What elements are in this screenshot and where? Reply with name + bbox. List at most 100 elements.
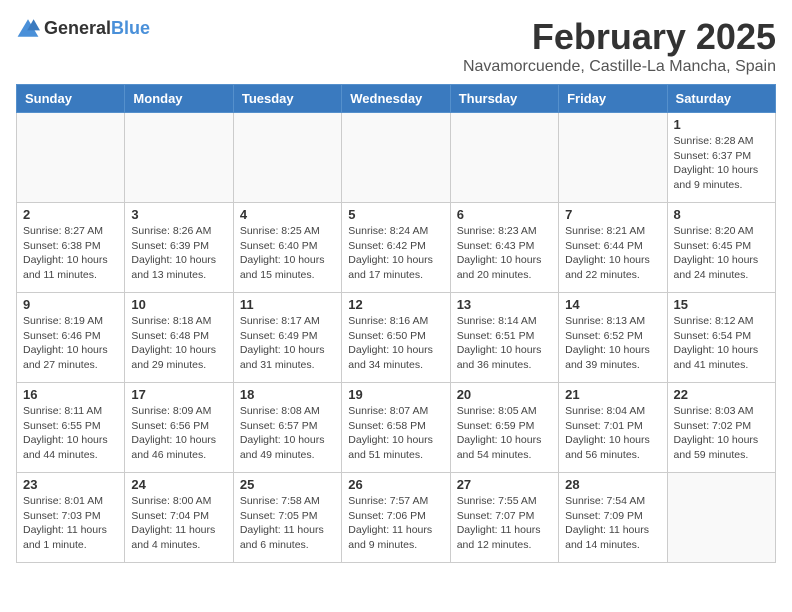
day-info: Sunrise: 8:09 AM Sunset: 6:56 PM Dayligh… — [131, 404, 226, 463]
calendar-header-friday: Friday — [559, 85, 667, 113]
calendar-week-5: 23 Sunrise: 8:01 AM Sunset: 7:03 PM Dayli… — [17, 473, 776, 563]
logo-general-text: General — [44, 18, 111, 38]
day-info: Sunrise: 8:27 AM Sunset: 6:38 PM Dayligh… — [23, 224, 118, 283]
day-info: Sunrise: 8:17 AM Sunset: 6:49 PM Dayligh… — [240, 314, 335, 373]
day-info: Sunrise: 7:55 AM Sunset: 7:07 PM Dayligh… — [457, 494, 552, 553]
day-number: 17 — [131, 387, 226, 402]
day-number: 16 — [23, 387, 118, 402]
calendar-cell — [450, 113, 558, 203]
day-number: 26 — [348, 477, 443, 492]
calendar-cell: 21 Sunrise: 8:04 AM Sunset: 7:01 PM Dayli… — [559, 383, 667, 473]
logo: GeneralBlue — [16, 16, 150, 40]
calendar-cell: 17 Sunrise: 8:09 AM Sunset: 6:56 PM Dayli… — [125, 383, 233, 473]
calendar-cell — [667, 473, 775, 563]
day-info: Sunrise: 8:00 AM Sunset: 7:04 PM Dayligh… — [131, 494, 226, 553]
day-info: Sunrise: 8:01 AM Sunset: 7:03 PM Dayligh… — [23, 494, 118, 553]
day-number: 20 — [457, 387, 552, 402]
calendar-cell: 24 Sunrise: 8:00 AM Sunset: 7:04 PM Dayli… — [125, 473, 233, 563]
calendar-cell — [17, 113, 125, 203]
calendar-header-sunday: Sunday — [17, 85, 125, 113]
day-info: Sunrise: 8:04 AM Sunset: 7:01 PM Dayligh… — [565, 404, 660, 463]
calendar-cell: 6Sunrise: 8:23 AM Sunset: 6:43 PM Daylig… — [450, 203, 558, 293]
calendar-cell: 11 Sunrise: 8:17 AM Sunset: 6:49 PM Dayli… — [233, 293, 341, 383]
day-number: 18 — [240, 387, 335, 402]
day-number: 2 — [23, 207, 118, 222]
calendar-cell: 19 Sunrise: 8:07 AM Sunset: 6:58 PM Dayli… — [342, 383, 450, 473]
calendar-cell: 9 Sunrise: 8:19 AM Sunset: 6:46 PM Daylig… — [17, 293, 125, 383]
calendar-week-2: 2 Sunrise: 8:27 AM Sunset: 6:38 PM Daylig… — [17, 203, 776, 293]
day-info: Sunrise: 8:05 AM Sunset: 6:59 PM Dayligh… — [457, 404, 552, 463]
calendar-cell: 3 Sunrise: 8:26 AM Sunset: 6:39 PM Daylig… — [125, 203, 233, 293]
day-info: Sunrise: 8:20 AM Sunset: 6:45 PM Dayligh… — [674, 224, 769, 283]
calendar-cell — [559, 113, 667, 203]
day-number: 1 — [674, 117, 769, 132]
day-info: Sunrise: 7:57 AM Sunset: 7:06 PM Dayligh… — [348, 494, 443, 553]
calendar-cell: 15 Sunrise: 8:12 AM Sunset: 6:54 PM Dayli… — [667, 293, 775, 383]
calendar-week-3: 9 Sunrise: 8:19 AM Sunset: 6:46 PM Daylig… — [17, 293, 776, 383]
calendar-cell: 14 Sunrise: 8:13 AM Sunset: 6:52 PM Dayli… — [559, 293, 667, 383]
calendar-week-4: 16 Sunrise: 8:11 AM Sunset: 6:55 PM Dayli… — [17, 383, 776, 473]
day-number: 3 — [131, 207, 226, 222]
title-area: February 2025 Navamorcuende, Castille-La… — [463, 16, 776, 76]
calendar-cell: 7Sunrise: 8:21 AM Sunset: 6:44 PM Daylig… — [559, 203, 667, 293]
calendar-cell: 27 Sunrise: 7:55 AM Sunset: 7:07 PM Dayli… — [450, 473, 558, 563]
day-number: 25 — [240, 477, 335, 492]
calendar-cell: 23 Sunrise: 8:01 AM Sunset: 7:03 PM Dayli… — [17, 473, 125, 563]
day-number: 19 — [348, 387, 443, 402]
day-info: Sunrise: 8:08 AM Sunset: 6:57 PM Dayligh… — [240, 404, 335, 463]
day-info: Sunrise: 8:19 AM Sunset: 6:46 PM Dayligh… — [23, 314, 118, 373]
calendar-header-wednesday: Wednesday — [342, 85, 450, 113]
day-info: Sunrise: 8:16 AM Sunset: 6:50 PM Dayligh… — [348, 314, 443, 373]
calendar-cell: 10 Sunrise: 8:18 AM Sunset: 6:48 PM Dayli… — [125, 293, 233, 383]
day-number: 13 — [457, 297, 552, 312]
day-number: 14 — [565, 297, 660, 312]
day-number: 22 — [674, 387, 769, 402]
calendar-cell: 2 Sunrise: 8:27 AM Sunset: 6:38 PM Daylig… — [17, 203, 125, 293]
day-number: 8 — [674, 207, 769, 222]
calendar-cell: 5Sunrise: 8:24 AM Sunset: 6:42 PM Daylig… — [342, 203, 450, 293]
day-info: Sunrise: 8:12 AM Sunset: 6:54 PM Dayligh… — [674, 314, 769, 373]
page-header: GeneralBlue February 2025 Navamorcuende,… — [16, 16, 776, 76]
calendar-cell: 13Sunrise: 8:14 AM Sunset: 6:51 PM Dayli… — [450, 293, 558, 383]
day-number: 10 — [131, 297, 226, 312]
day-number: 24 — [131, 477, 226, 492]
calendar-cell: 1 Sunrise: 8:28 AM Sunset: 6:37 PM Daylig… — [667, 113, 775, 203]
calendar-header-thursday: Thursday — [450, 85, 558, 113]
day-info: Sunrise: 8:18 AM Sunset: 6:48 PM Dayligh… — [131, 314, 226, 373]
day-info: Sunrise: 7:58 AM Sunset: 7:05 PM Dayligh… — [240, 494, 335, 553]
calendar-cell: 8 Sunrise: 8:20 AM Sunset: 6:45 PM Daylig… — [667, 203, 775, 293]
calendar-header-tuesday: Tuesday — [233, 85, 341, 113]
day-number: 27 — [457, 477, 552, 492]
day-info: Sunrise: 8:26 AM Sunset: 6:39 PM Dayligh… — [131, 224, 226, 283]
calendar-cell: 25 Sunrise: 7:58 AM Sunset: 7:05 PM Dayli… — [233, 473, 341, 563]
day-number: 21 — [565, 387, 660, 402]
calendar-header-monday: Monday — [125, 85, 233, 113]
calendar-cell — [125, 113, 233, 203]
day-info: Sunrise: 8:25 AM Sunset: 6:40 PM Dayligh… — [240, 224, 335, 283]
day-number: 15 — [674, 297, 769, 312]
day-number: 28 — [565, 477, 660, 492]
day-number: 9 — [23, 297, 118, 312]
calendar-cell: 26 Sunrise: 7:57 AM Sunset: 7:06 PM Dayli… — [342, 473, 450, 563]
day-info: Sunrise: 8:11 AM Sunset: 6:55 PM Dayligh… — [23, 404, 118, 463]
day-number: 11 — [240, 297, 335, 312]
day-info: Sunrise: 8:13 AM Sunset: 6:52 PM Dayligh… — [565, 314, 660, 373]
calendar-cell: 12Sunrise: 8:16 AM Sunset: 6:50 PM Dayli… — [342, 293, 450, 383]
day-info: Sunrise: 8:28 AM Sunset: 6:37 PM Dayligh… — [674, 134, 769, 193]
calendar-cell: 18 Sunrise: 8:08 AM Sunset: 6:57 PM Dayli… — [233, 383, 341, 473]
calendar-table: SundayMondayTuesdayWednesdayThursdayFrid… — [16, 84, 776, 563]
calendar-cell: 16 Sunrise: 8:11 AM Sunset: 6:55 PM Dayli… — [17, 383, 125, 473]
calendar-cell: 22Sunrise: 8:03 AM Sunset: 7:02 PM Dayli… — [667, 383, 775, 473]
calendar-week-1: 1 Sunrise: 8:28 AM Sunset: 6:37 PM Daylig… — [17, 113, 776, 203]
calendar-cell: 4Sunrise: 8:25 AM Sunset: 6:40 PM Daylig… — [233, 203, 341, 293]
calendar-cell — [233, 113, 341, 203]
month-title: February 2025 — [463, 16, 776, 58]
day-info: Sunrise: 8:07 AM Sunset: 6:58 PM Dayligh… — [348, 404, 443, 463]
calendar-cell: 28 Sunrise: 7:54 AM Sunset: 7:09 PM Dayli… — [559, 473, 667, 563]
day-number: 5 — [348, 207, 443, 222]
day-number: 23 — [23, 477, 118, 492]
day-info: Sunrise: 8:21 AM Sunset: 6:44 PM Dayligh… — [565, 224, 660, 283]
day-info: Sunrise: 7:54 AM Sunset: 7:09 PM Dayligh… — [565, 494, 660, 553]
logo-blue-text: Blue — [111, 18, 150, 38]
calendar-header-saturday: Saturday — [667, 85, 775, 113]
